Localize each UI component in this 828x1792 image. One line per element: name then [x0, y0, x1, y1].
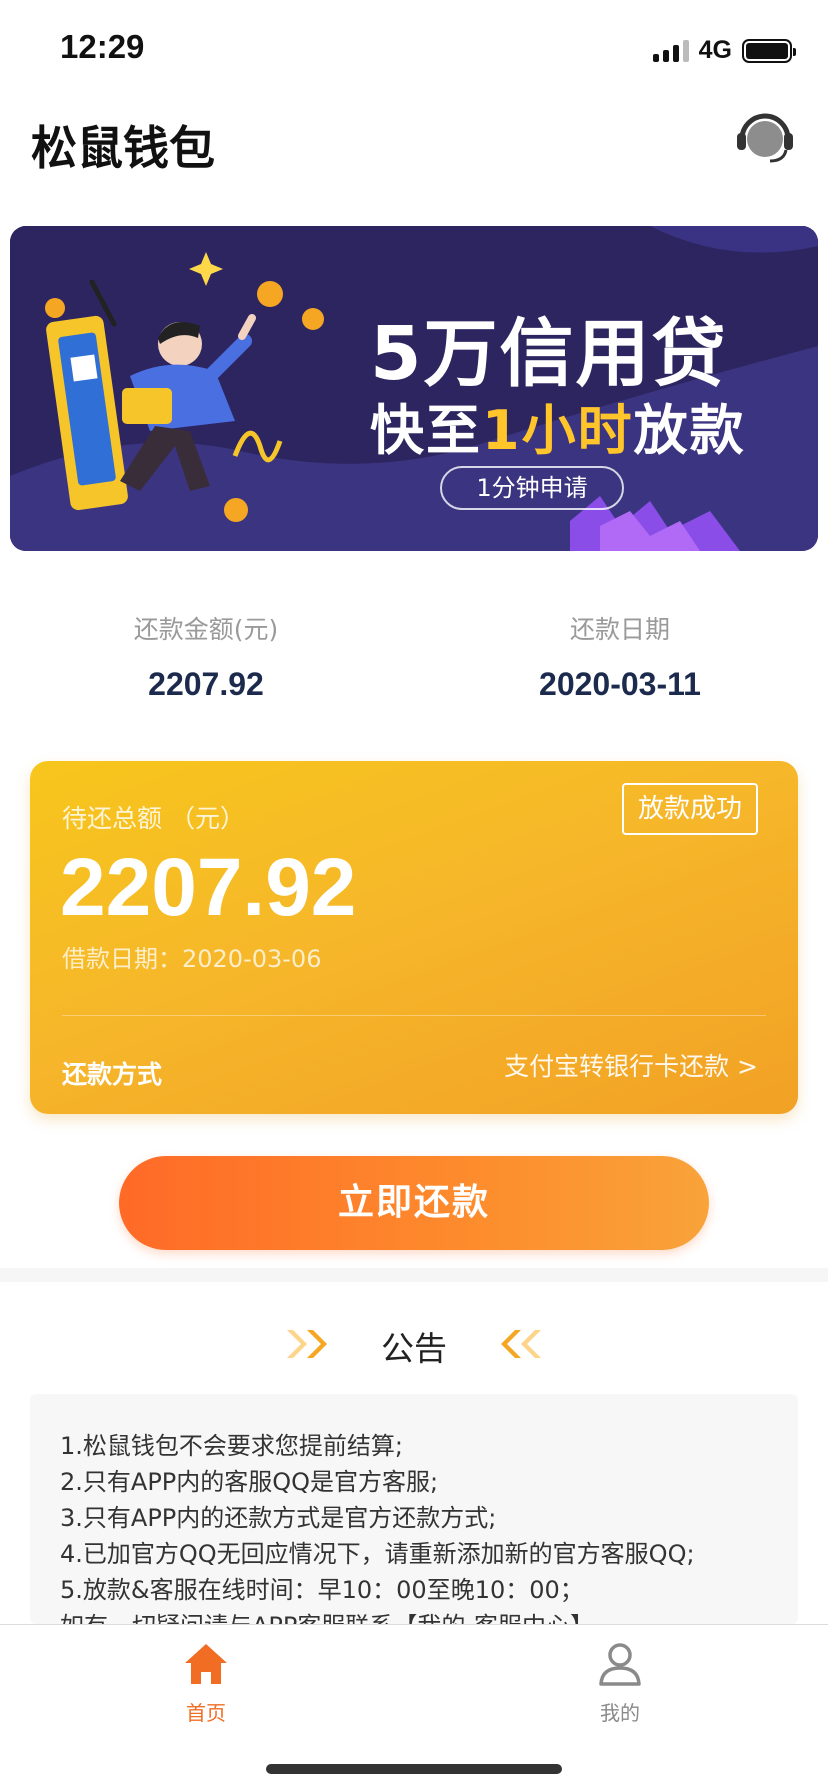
date-label: 还款日期: [569, 615, 670, 644]
summary-date: 还款日期 2020-03-11: [470, 610, 770, 703]
page-title: 松鼠钱包: [31, 121, 215, 175]
banner-subtitle: 快至1小时放款: [370, 386, 746, 465]
notice-line: 5.放款&客服在线时间：早10：00至晚10：00；: [60, 1576, 584, 1604]
notice-line: 1.松鼠钱包不会要求您提前结算;: [60, 1432, 403, 1460]
notice-line: 4.已加官方QQ无回应情况下，请重新添加新的官方客服QQ;: [60, 1540, 695, 1568]
tab-home-label: 首页: [186, 1701, 226, 1725]
tab-mine-label: 我的: [600, 1701, 640, 1725]
status-bar: 12:29 4G: [0, 0, 828, 100]
headset-icon: [737, 113, 793, 163]
amount-label: 还款金额(元): [133, 615, 279, 644]
signal-icon: [652, 39, 689, 62]
double-chevron-left-icon: [501, 1330, 541, 1358]
repay-now-button[interactable]: 立即还款: [119, 1156, 709, 1250]
app-screen: 12:29 4G 松鼠钱包 5万信用贷 快至1小时放款 1分钟申请 还款金额(元…: [0, 0, 828, 1792]
status-indicators: 4G: [652, 36, 796, 65]
banner-subtitle-highlight: 1小时: [482, 399, 634, 462]
notice-line: 3.只有APP内的还款方式是官方还款方式;: [60, 1504, 497, 1532]
repayment-card: 待还总额 （元） 放款成功 2207.92 借款日期：2020-03-06 还款…: [30, 761, 798, 1114]
amount-value: 2207.92: [148, 666, 264, 702]
status-badge: 放款成功: [621, 783, 758, 835]
date-value: 2020-03-11: [539, 666, 701, 702]
notice-content: 1.松鼠钱包不会要求您提前结算; 2.只有APP内的客服QQ是官方客服; 3.只…: [30, 1394, 798, 1624]
notice-header: 公告: [0, 1318, 828, 1370]
network-type: 4G: [698, 36, 732, 64]
user-icon: [599, 1643, 641, 1686]
section-divider: [0, 1268, 828, 1282]
banner-subtitle-suffix: 放款: [633, 399, 746, 462]
repayment-summary: 还款金额(元) 2207.92 还款日期 2020-03-11: [0, 610, 828, 720]
card-divider: [62, 1015, 766, 1016]
home-icon: [185, 1644, 227, 1684]
notice-title: 公告: [381, 1329, 447, 1368]
notice-line: 如有一切疑问请与APP客服联系【我的-客服中心】: [60, 1608, 768, 1624]
tab-mine[interactable]: 我的: [550, 1641, 690, 1726]
home-indicator[interactable]: [266, 1764, 562, 1774]
banner-title: 5万信用贷: [370, 311, 728, 397]
customer-service-button[interactable]: [734, 113, 796, 165]
repay-method-label: 还款方式: [62, 1060, 163, 1089]
battery-icon: [742, 38, 796, 63]
apply-button[interactable]: 1分钟申请: [440, 466, 624, 510]
repay-method-link[interactable]: 支付宝转银行卡还款 >: [504, 1047, 758, 1083]
total-due-label: 待还总额 （元）: [62, 804, 245, 833]
summary-amount: 还款金额(元) 2207.92: [56, 610, 356, 703]
total-due-amount: 2207.92: [60, 842, 357, 933]
loan-date: 借款日期：2020-03-06: [62, 945, 322, 973]
status-time: 12:29: [60, 28, 145, 65]
banner-subtitle-prefix: 快至: [370, 399, 482, 462]
notice-line: 2.只有APP内的客服QQ是官方客服;: [60, 1468, 439, 1496]
promo-banner[interactable]: 5万信用贷 快至1小时放款 1分钟申请: [10, 226, 818, 551]
tab-home[interactable]: 首页: [136, 1641, 276, 1726]
